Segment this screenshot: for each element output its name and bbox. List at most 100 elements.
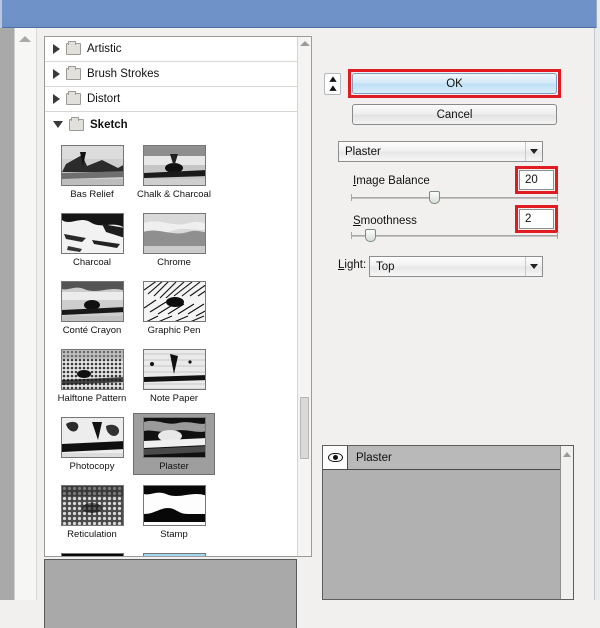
disclosure-triangle-icon[interactable] [53, 44, 60, 54]
folder-icon [66, 66, 81, 80]
filter-tree-lower-pane [44, 559, 297, 628]
filter-label: Charcoal [72, 257, 112, 268]
visibility-toggle[interactable] [323, 446, 348, 469]
disclosure-triangle-icon[interactable] [53, 94, 60, 104]
scroll-up-arrow-icon[interactable] [19, 36, 31, 42]
chevron-double-up-icon[interactable]: ▴ ▴ [324, 73, 341, 95]
filter-thumbnail [142, 145, 206, 186]
preview-scrollbar[interactable] [15, 28, 37, 600]
filter-gallery-dialog: Artistic Brush Strokes Distort Sketch Ba… [0, 0, 600, 628]
filter-item-bas-relief[interactable]: Bas Relief [51, 141, 133, 203]
window-titlebar [0, 0, 600, 28]
filter-thumbnail [60, 281, 124, 322]
dialog-right-edge [594, 28, 600, 600]
tree-category-sketch[interactable]: Sketch [45, 112, 297, 137]
filter-label: Conté Crayon [62, 325, 122, 336]
filter-item-halftone-pattern[interactable]: Halftone Pattern [51, 345, 133, 407]
filter-category-tree: Artistic Brush Strokes Distort Sketch Ba… [44, 36, 312, 557]
filter-item-plaster[interactable]: Plaster [133, 413, 215, 475]
smoothness-value[interactable]: 2 [519, 209, 554, 229]
tree-category-artistic[interactable]: Artistic [45, 37, 297, 62]
applied-filters-panel: Plaster [322, 445, 574, 600]
filter-label: Chalk & Charcoal [137, 189, 211, 200]
filter-thumbnail [142, 485, 206, 526]
filter-thumbnail [60, 485, 124, 526]
filter-tree-scrollbar[interactable] [297, 37, 311, 556]
applied-filter-name: Plaster [356, 451, 392, 464]
filter-label: Chrome [157, 257, 191, 268]
filter-item-note-paper[interactable]: Note Paper [133, 345, 215, 407]
filter-thumbnail [142, 349, 206, 390]
filter-thumbnail [60, 553, 124, 556]
filter-item-chrome[interactable]: Chrome [133, 209, 215, 271]
light-value: Top [376, 260, 395, 273]
slider-thumb[interactable] [428, 191, 440, 204]
light-label-text: ight: [344, 259, 367, 271]
filter-item-charcoal[interactable]: Charcoal [51, 209, 133, 271]
filter-item-graphic-pen[interactable]: Graphic Pen [133, 277, 215, 339]
filter-item-chalk-charcoal[interactable]: Chalk & Charcoal [133, 141, 215, 203]
filter-thumbnail [60, 213, 124, 254]
filter-thumbnail [60, 417, 124, 458]
slider-track [351, 197, 558, 199]
smoothness-label-text: moothness [360, 215, 417, 227]
filter-label: Halftone Pattern [57, 393, 127, 404]
slider-thumb[interactable] [364, 229, 376, 242]
smoothness-label: Smoothness [353, 215, 417, 227]
disclosure-triangle-icon[interactable] [53, 69, 60, 79]
filter-item-water-paper[interactable]: Water Paper [133, 549, 215, 556]
filter-item-conte-crayon[interactable]: Conté Crayon [51, 277, 133, 339]
scroll-up-arrow-icon[interactable] [300, 41, 310, 46]
titlebar-left-edge [0, 0, 2, 28]
filter-thumbnail [60, 349, 124, 390]
category-label: Distort [87, 93, 121, 105]
preset-value: Plaster [345, 145, 381, 158]
slider-tick-min [351, 194, 352, 201]
tree-category-distort[interactable]: Distort [45, 87, 297, 112]
filter-label: Graphic Pen [147, 325, 201, 336]
filter-thumbnail [60, 145, 124, 186]
slider-track [351, 235, 558, 237]
table-row[interactable]: Plaster [323, 446, 561, 470]
filter-thumbnail [142, 417, 206, 458]
category-label: Brush Strokes [87, 68, 160, 80]
filter-label: Stamp [160, 529, 188, 540]
filter-item-torn-edges[interactable]: Torn Edges [51, 549, 133, 556]
disclosure-triangle-open-icon[interactable] [53, 121, 63, 128]
eye-icon[interactable] [327, 453, 343, 462]
scrollbar-thumb[interactable] [300, 397, 309, 459]
chevron-down-icon[interactable] [525, 142, 542, 161]
ok-button[interactable]: OK [352, 73, 557, 94]
image-balance-slider[interactable] [351, 191, 558, 205]
filter-item-stamp[interactable]: Stamp [133, 481, 215, 543]
image-balance-value[interactable]: 20 [519, 170, 554, 190]
folder-open-icon [69, 116, 84, 131]
light-direction-dropdown[interactable]: Top [369, 256, 543, 277]
light-label: Light: [338, 259, 367, 271]
scroll-up-arrow-icon[interactable] [563, 452, 571, 457]
filter-label: Photocopy [69, 461, 115, 472]
image-balance-label: Image Balance [353, 175, 430, 187]
filter-preset-dropdown[interactable]: Plaster [338, 141, 543, 162]
cancel-button[interactable]: Cancel [352, 104, 557, 125]
image-balance-label-text: mage Balance [356, 175, 430, 187]
filter-item-photocopy[interactable]: Photocopy [51, 413, 133, 475]
filter-item-reticulation[interactable]: Reticulation [51, 481, 133, 543]
smoothness-slider[interactable] [351, 229, 558, 243]
dialog-body: Artistic Brush Strokes Distort Sketch Ba… [0, 28, 600, 628]
category-label: Artistic [87, 43, 122, 55]
sketch-filter-thumbnails: Bas Relief Chalk & Charcoal Charcoal Chr… [45, 137, 297, 556]
folder-icon [66, 41, 81, 55]
slider-tick-min [351, 232, 352, 239]
chevron-down-icon[interactable] [525, 257, 542, 276]
filter-label: Note Paper [149, 393, 199, 404]
slider-tick-max [557, 194, 558, 201]
filter-label: Bas Relief [70, 189, 114, 200]
tree-category-brush-strokes[interactable]: Brush Strokes [45, 62, 297, 87]
filter-thumbnail [142, 553, 206, 556]
folder-icon [66, 91, 81, 105]
filter-label: Reticulation [67, 529, 117, 540]
filter-thumbnail [142, 281, 206, 322]
applied-filters-scrollbar[interactable] [560, 446, 573, 599]
filter-tree-content: Artistic Brush Strokes Distort Sketch Ba… [45, 37, 297, 556]
